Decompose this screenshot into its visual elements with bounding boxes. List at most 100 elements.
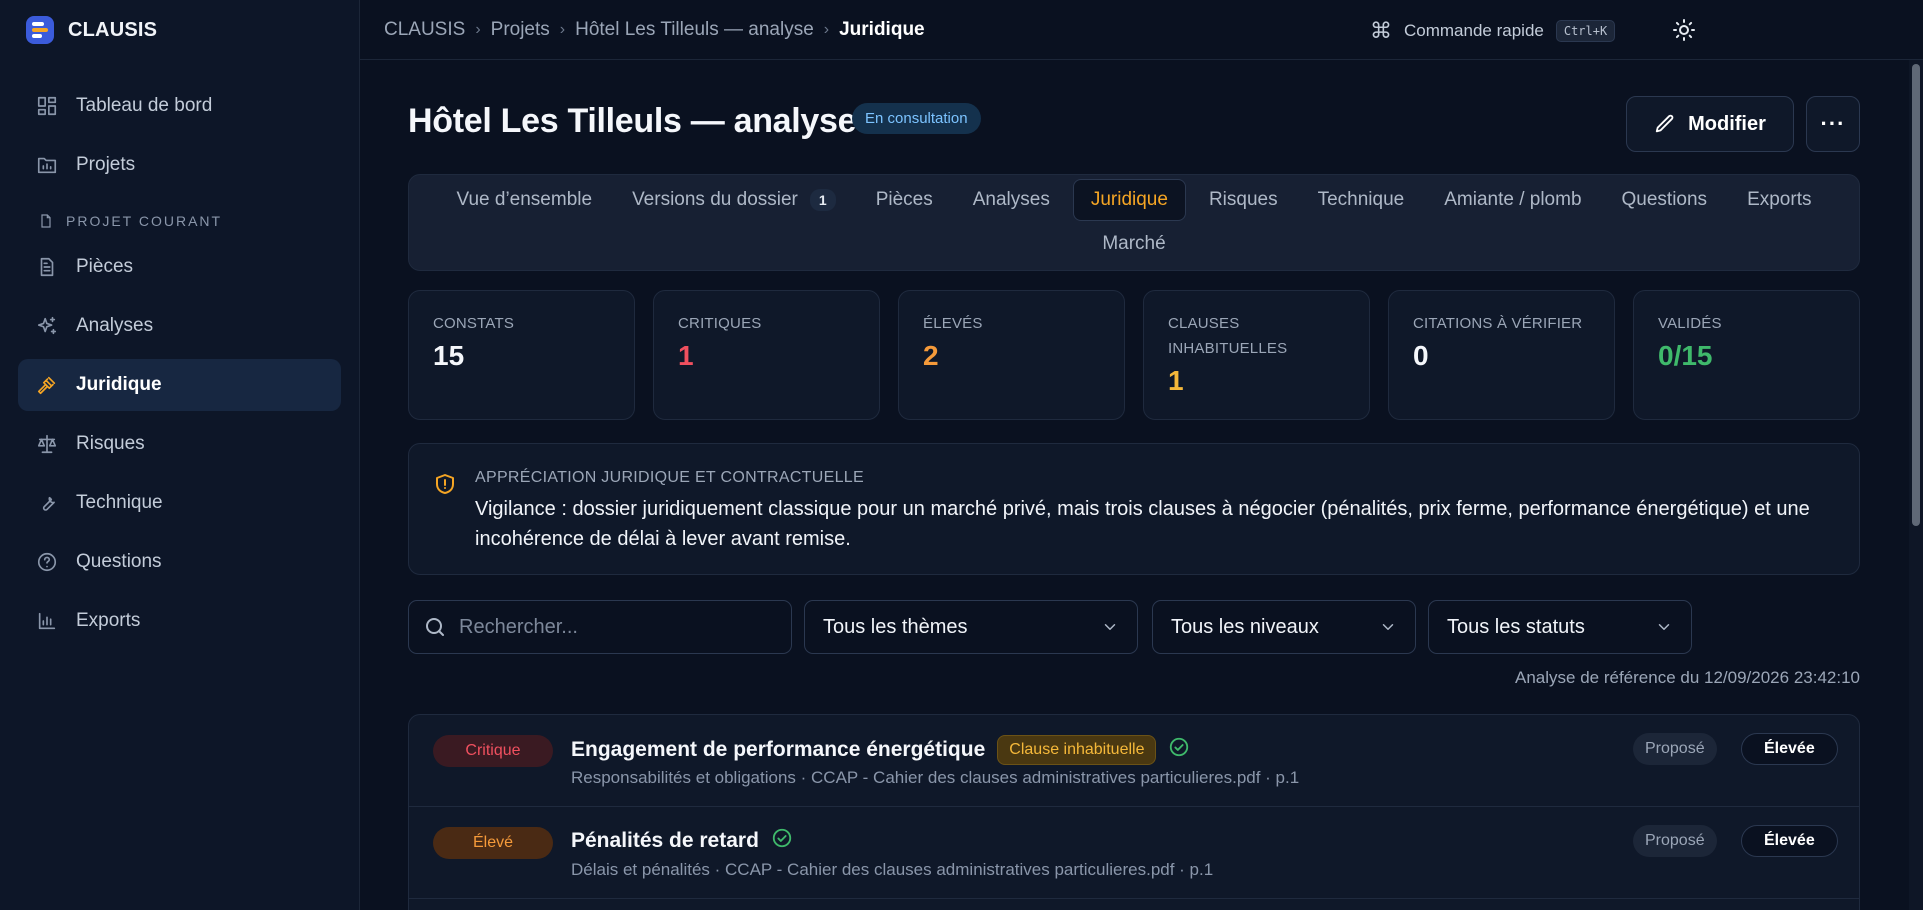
page-title: Hôtel Les Tilleuls — analyse xyxy=(408,102,857,140)
sidebar-item-label: Pièces xyxy=(76,256,134,277)
stat-label: CRITIQUES xyxy=(678,315,762,332)
tab-juridique[interactable]: Juridique xyxy=(1072,179,1186,221)
statuses-select[interactable]: Tous les statuts xyxy=(1428,600,1692,654)
page-header: Hôtel Les Tilleuls — analyse En consulta… xyxy=(408,60,1860,160)
statuses-select-value: Tous les statuts xyxy=(1447,615,1585,638)
chevron-right-icon: › xyxy=(823,20,830,38)
command-icon: ⌘ xyxy=(1370,18,1392,43)
brand[interactable]: CLAUSIS xyxy=(0,0,359,60)
chevron-right-icon: › xyxy=(559,20,566,38)
sidebar-item-label: Tableau de bord xyxy=(76,95,213,116)
finding-level-button[interactable]: Élevée xyxy=(1741,733,1838,765)
modify-button-label: Modifier xyxy=(1688,112,1766,135)
topbar: CLAUSIS › Projets › Hôtel Les Tilleuls —… xyxy=(360,0,1923,60)
finding-row[interactable]: Critique Engagement de performance énerg… xyxy=(409,715,1859,807)
finding-source: Délais et pénalités · CCAP - Cahier des … xyxy=(571,860,1214,879)
sidebar-item-pieces[interactable]: Pièces xyxy=(18,241,341,293)
stat-card-eleves: ÉLEVÉS 2 xyxy=(898,290,1125,420)
breadcrumb: CLAUSIS › Projets › Hôtel Les Tilleuls —… xyxy=(384,19,925,41)
filters-bar: Tous les thèmes Tous les niveaux Tous le… xyxy=(408,600,1860,654)
tab-questions[interactable]: Questions xyxy=(1605,179,1725,221)
sun-icon xyxy=(1673,19,1695,41)
stat-value: 1 xyxy=(1168,365,1184,396)
sidebar-item-juridique[interactable]: Juridique xyxy=(18,359,341,411)
sidebar: CLAUSIS Tableau de bord Projets PROJET C… xyxy=(0,0,360,910)
finding-title: Engagement de performance énergétique xyxy=(571,738,986,761)
sidebar-item-questions[interactable]: Questions xyxy=(18,536,341,588)
breadcrumb-item-current: Juridique xyxy=(839,18,925,40)
stat-label: CLAUSES INHABITUELLES xyxy=(1168,315,1288,357)
modify-button[interactable]: Modifier xyxy=(1626,96,1794,152)
sidebar-item-technique[interactable]: Technique xyxy=(18,477,341,529)
tab-pieces[interactable]: Pièces xyxy=(859,179,950,221)
sidebar-item-label: Projets xyxy=(76,154,136,175)
finding-row[interactable]: Élevé Pénalités de retard Délais et péna… xyxy=(409,807,1859,899)
shortcut-badge: Ctrl+K xyxy=(1555,20,1616,42)
stats-cards: CONSTATS 15 CRITIQUES 1 ÉLEVÉS 2 CLAUSES… xyxy=(408,290,1860,420)
scrollbar-thumb[interactable] xyxy=(1912,64,1920,526)
stat-label: ÉLEVÉS xyxy=(923,315,983,332)
tab-exports[interactable]: Exports xyxy=(1730,179,1828,221)
tab-versions[interactable]: Versions du dossier 1 xyxy=(615,179,853,221)
sidebar-item-label: Risques xyxy=(76,433,145,454)
sidebar-item-label: Questions xyxy=(76,551,162,572)
pencil-icon xyxy=(1655,114,1674,133)
tab-amiante-plomb[interactable]: Amiante / plomb xyxy=(1427,179,1598,221)
legal-appraisal-panel: APPRÉCIATION JURIDIQUE ET CONTRACTUELLE … xyxy=(408,443,1860,575)
severity-badge: Critique xyxy=(433,735,553,767)
stat-label: CONSTATS xyxy=(433,315,515,332)
search-icon xyxy=(426,618,444,636)
help-circle-icon xyxy=(37,552,57,572)
sidebar-item-projects[interactable]: Projets xyxy=(18,139,341,191)
tab-label: Versions du dossier xyxy=(632,189,798,210)
sidebar-item-dashboard[interactable]: Tableau de bord xyxy=(18,80,341,132)
finding-status-badge: Proposé xyxy=(1633,733,1717,765)
stat-card-valides: VALIDÉS 0/15 xyxy=(1633,290,1860,420)
sidebar-item-label: Exports xyxy=(76,610,141,631)
sidebar-item-label: Technique xyxy=(76,492,163,513)
stat-value: 15 xyxy=(433,340,465,371)
brand-name: CLAUSIS xyxy=(68,18,158,41)
tab-marche[interactable]: Marché xyxy=(1085,223,1182,265)
document-icon xyxy=(40,257,54,277)
tab-analyses[interactable]: Analyses xyxy=(956,179,1067,221)
scale-icon xyxy=(37,434,57,454)
reference-date: Analyse de référence du 12/09/2026 23:42… xyxy=(1515,668,1860,687)
projects-icon xyxy=(37,157,57,174)
stat-value: 0/15 xyxy=(1658,340,1713,371)
stat-card-citations: CITATIONS À VÉRIFIER 0 xyxy=(1388,290,1615,420)
themes-select[interactable]: Tous les thèmes xyxy=(804,600,1138,654)
quick-command-button[interactable]: ⌘ Commande rapide Ctrl+K xyxy=(1370,18,1616,44)
unusual-clause-tag: Clause inhabituelle xyxy=(997,735,1157,765)
levels-select-value: Tous les niveaux xyxy=(1171,615,1319,638)
sidebar-item-label: Juridique xyxy=(76,374,162,395)
appraisal-label: APPRÉCIATION JURIDIQUE ET CONTRACTUELLE xyxy=(475,469,864,486)
tab-risques[interactable]: Risques xyxy=(1192,179,1295,221)
theme-toggle-button[interactable] xyxy=(1672,18,1698,44)
stat-card-constats: CONSTATS 15 xyxy=(408,290,635,420)
search-box[interactable] xyxy=(408,600,792,654)
tab-technique[interactable]: Technique xyxy=(1301,179,1422,221)
breadcrumb-item-project[interactable]: Hôtel Les Tilleuls — analyse xyxy=(575,19,814,41)
sidebar-item-exports[interactable]: Exports xyxy=(18,595,341,647)
themes-select-value: Tous les thèmes xyxy=(823,615,968,638)
findings-list: Critique Engagement de performance énerg… xyxy=(408,714,1860,910)
finding-level-button[interactable]: Élevée xyxy=(1741,825,1838,857)
search-input[interactable] xyxy=(459,615,779,639)
chevron-down-icon xyxy=(1382,624,1394,630)
check-circle-icon xyxy=(771,827,793,855)
levels-select[interactable]: Tous les niveaux xyxy=(1152,600,1416,654)
tab-overview[interactable]: Vue d’ensemble xyxy=(440,179,610,221)
breadcrumb-item-projects[interactable]: Projets xyxy=(491,19,550,41)
sidebar-item-analyses[interactable]: Analyses xyxy=(18,300,341,352)
main-area: CLAUSIS › Projets › Hôtel Les Tilleuls —… xyxy=(360,0,1923,910)
stat-value: 1 xyxy=(678,340,694,371)
wrench-icon xyxy=(42,496,55,511)
more-options-button[interactable]: ··· xyxy=(1806,96,1860,152)
breadcrumb-item-root[interactable]: CLAUSIS xyxy=(384,19,465,41)
stat-card-critiques: CRITIQUES 1 xyxy=(653,290,880,420)
tab-bar: Vue d’ensemble Versions du dossier 1 Piè… xyxy=(408,174,1860,271)
sidebar-item-risques[interactable]: Risques xyxy=(18,418,341,470)
stat-value: 2 xyxy=(923,340,939,371)
gavel-icon xyxy=(37,376,56,395)
